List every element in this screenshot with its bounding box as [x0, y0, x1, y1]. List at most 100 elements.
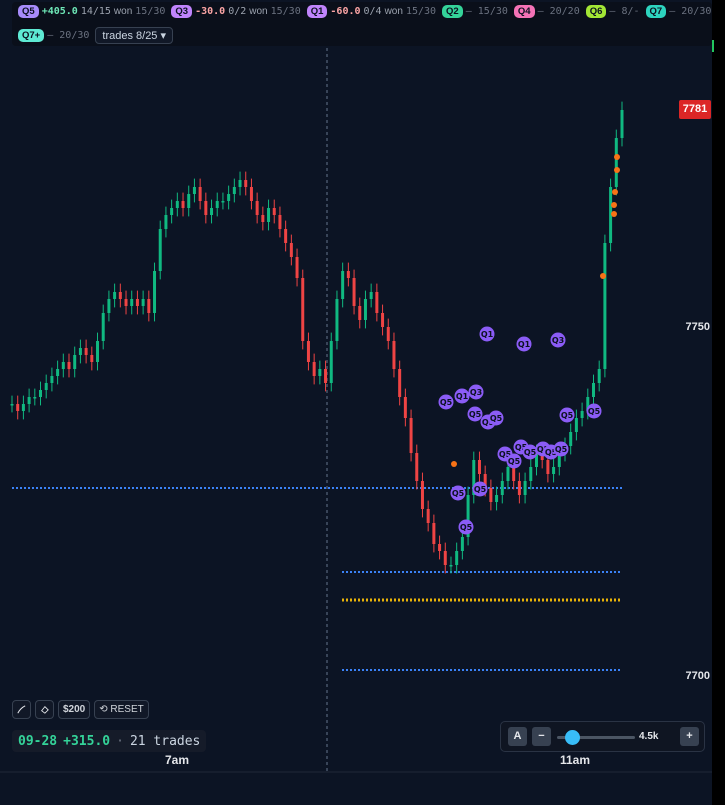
- trade-marker[interactable]: Q1: [516, 336, 532, 352]
- candle-body: [78, 348, 82, 355]
- trade-marker-label: Q5: [452, 489, 465, 498]
- candle-body: [363, 299, 367, 320]
- entry-dot: [614, 154, 620, 160]
- trade-marker-label: Q5: [460, 523, 473, 532]
- candle-body: [232, 187, 236, 194]
- candle-body: [238, 180, 242, 187]
- candle-body: [130, 299, 134, 306]
- stat-won-label: won: [113, 6, 133, 17]
- candle-body: [546, 460, 550, 474]
- stat-range: 15/30: [405, 6, 437, 17]
- zoom-out-button[interactable]: −: [532, 727, 551, 746]
- stat-q1: Q1 -60.0 0/4 won 15/30: [306, 5, 437, 18]
- tag-q4: Q4: [513, 5, 535, 18]
- trade-marker[interactable]: Q5: [506, 453, 522, 469]
- candle-body: [135, 299, 139, 306]
- candle-body: [495, 495, 499, 502]
- candle-body: [61, 362, 65, 369]
- candle-body: [529, 467, 533, 481]
- candle-body: [73, 355, 77, 369]
- trade-marker-label: Q3: [552, 336, 564, 345]
- candle-body: [324, 369, 328, 383]
- pen-icon[interactable]: [12, 700, 31, 719]
- price-chart[interactable]: Q1Q5Q1 Q3Q1 Q3Q5Q5Q5Q5Q5Q5 Q5Q5Q5Q5 Q5Q5 Q5Q5…: [0, 0, 725, 805]
- candle-body: [517, 481, 521, 495]
- trade-marker-label: Q1: [456, 392, 469, 401]
- candle-body: [244, 180, 248, 187]
- trade-marker[interactable]: Q5: [472, 481, 488, 497]
- trade-marker-label: Q5: [490, 414, 503, 423]
- candle-body: [227, 194, 231, 201]
- zoom-value: 4.5k: [639, 731, 659, 742]
- trade-marker[interactable]: Q5: [553, 441, 569, 457]
- trade-marker[interactable]: Q5: [522, 444, 538, 460]
- trade-marker[interactable]: Q1: [454, 388, 470, 404]
- candle-body: [591, 383, 595, 397]
- candle-body: [386, 327, 390, 341]
- candle-body: [101, 313, 105, 341]
- trade-marker-label: Q1: [481, 330, 494, 339]
- candle-body: [198, 187, 202, 201]
- candle-body: [375, 292, 379, 313]
- trade-marker[interactable]: Q5: [458, 519, 474, 535]
- candle-body: [204, 201, 208, 215]
- eraser-icon[interactable]: [35, 700, 54, 719]
- candle-body: [512, 467, 516, 481]
- stat-pnl: -30.0: [195, 6, 226, 17]
- candle-body: [597, 369, 601, 383]
- zoom-in-button[interactable]: +: [680, 727, 699, 746]
- stat-text: – 20/30: [47, 30, 90, 41]
- stat-q3: Q3 -30.0 0/2 won 15/30: [171, 5, 301, 18]
- stat-won-label: won: [384, 6, 403, 17]
- trade-marker[interactable]: Q5: [438, 394, 454, 410]
- candle-body: [301, 278, 305, 341]
- candle-body: [261, 215, 265, 222]
- candle-body: [432, 523, 436, 544]
- last-price-badge: 7781: [679, 100, 711, 119]
- stats-row-2: Q7+ – 20/30 trades 8/25 ▾: [18, 27, 174, 44]
- trade-marker-label: Q5: [524, 448, 537, 457]
- candle-body: [477, 460, 481, 474]
- zoom-slider-handle[interactable]: [565, 730, 580, 745]
- candle-body: [312, 362, 316, 376]
- entry-dot: [612, 189, 618, 195]
- candle-body: [192, 187, 196, 194]
- session-summary: 09-28 +315.0 · 21 trades: [12, 730, 207, 752]
- trade-marker-label: Q5: [508, 457, 521, 466]
- trades-dropdown-button[interactable]: trades 8/25 ▾: [95, 27, 174, 44]
- window-edge: [712, 0, 725, 805]
- stat-pnl: -60.0: [330, 6, 361, 17]
- candle-body: [306, 341, 310, 362]
- candle-body: [113, 292, 117, 299]
- stat-text: – 15/30: [465, 6, 508, 17]
- candle-body: [415, 453, 419, 481]
- candle-body: [255, 201, 259, 215]
- trade-marker[interactable]: Q3: [468, 384, 484, 400]
- reset-button[interactable]: ⟲ RESET: [94, 700, 149, 719]
- stat-q4: Q4– 20/20: [513, 5, 580, 18]
- strategy-stats-bar: Q5 +405.0 14/15 won 15/30 Q3 -30.0 0/2 won 15/30 Q…: [12, 2, 712, 46]
- candle-body: [147, 299, 151, 313]
- trade-marker[interactable]: Q5: [586, 403, 602, 419]
- trade-marker-label: Q3: [470, 388, 482, 397]
- trade-marker[interactable]: Q5: [450, 485, 466, 501]
- trade-marker[interactable]: Q3: [550, 332, 566, 348]
- price-label-7700: 7700: [685, 670, 710, 682]
- trade-marker[interactable]: Q5: [559, 407, 575, 423]
- trade-marker[interactable]: Q5: [488, 410, 504, 426]
- amount-button[interactable]: $200: [58, 700, 91, 719]
- candle-body: [489, 488, 493, 502]
- summary-trade-count: 21 trades: [129, 733, 201, 749]
- candle-body: [603, 243, 607, 369]
- trade-marker[interactable]: Q5: [467, 406, 483, 422]
- candle-body: [90, 355, 94, 362]
- auto-scale-button[interactable]: A: [508, 727, 527, 746]
- tag-q6: Q6: [585, 5, 607, 18]
- summary-separator: ·: [116, 733, 124, 749]
- candle-body: [403, 397, 407, 418]
- candle-body: [381, 313, 385, 327]
- summary-date: 09-28: [18, 733, 58, 749]
- candle-body: [107, 299, 111, 313]
- candle-body: [506, 467, 510, 481]
- trade-marker[interactable]: Q1: [479, 326, 495, 342]
